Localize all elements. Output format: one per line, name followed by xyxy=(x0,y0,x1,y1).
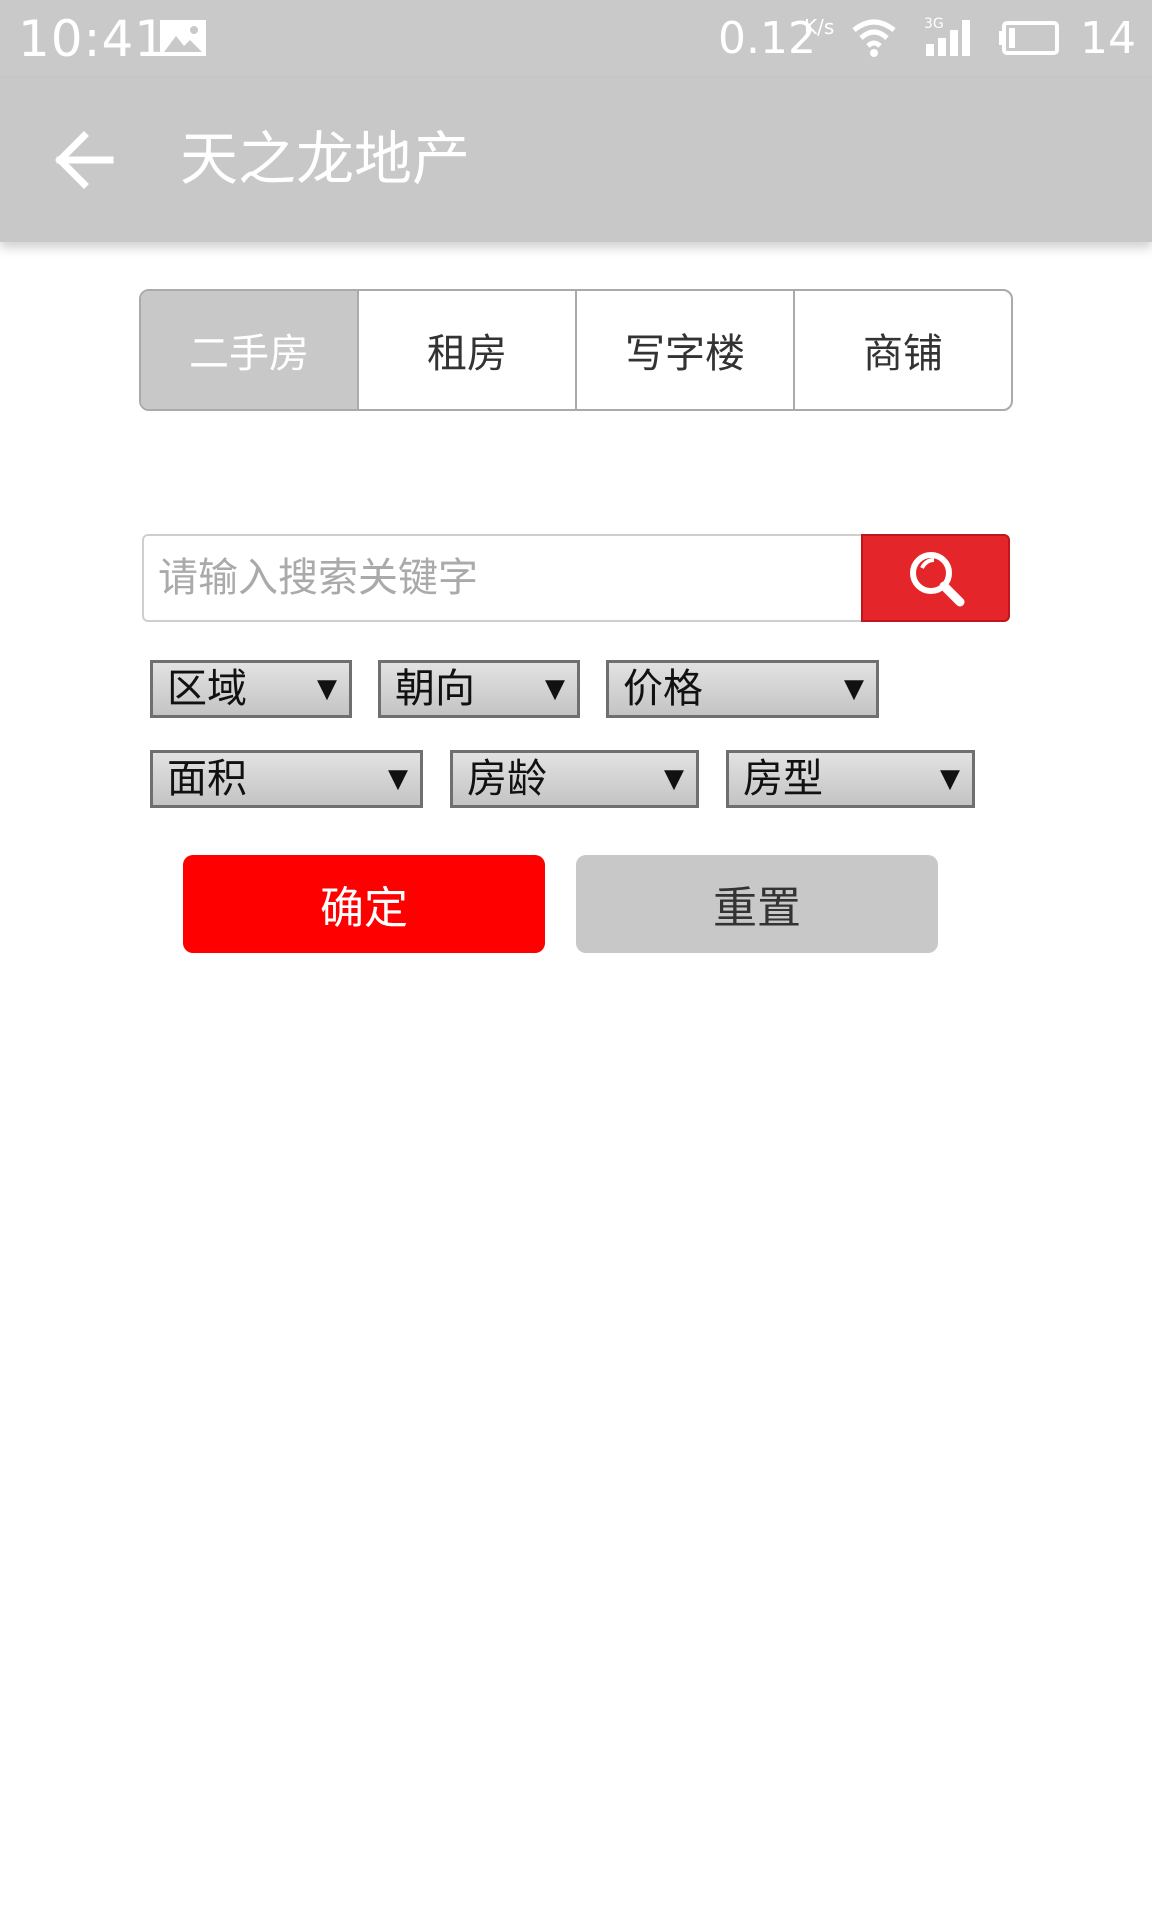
battery-icon xyxy=(999,21,1059,55)
filter-label: 区域 xyxy=(167,666,247,712)
confirm-button[interactable]: 确定 xyxy=(183,855,545,953)
search-button[interactable] xyxy=(861,534,1010,622)
back-button[interactable] xyxy=(50,128,120,192)
filter-label: 面积 xyxy=(167,756,247,802)
signal-3g-icon: 3G xyxy=(924,16,970,56)
dropdown-arrow-icon: ▼ xyxy=(545,674,565,704)
filter-area-dropdown[interactable]: 区域 ▼ xyxy=(150,660,352,718)
app-bar: 天之龙地产 xyxy=(0,78,1152,242)
tab-office[interactable]: 写字楼 xyxy=(575,291,793,409)
filter-age-dropdown[interactable]: 房龄 ▼ xyxy=(450,750,699,808)
filter-layout-dropdown[interactable]: 房型 ▼ xyxy=(726,750,975,808)
network-speed: 0.12 xyxy=(718,13,816,64)
gallery-icon xyxy=(160,20,206,56)
status-time: 10:41 xyxy=(18,10,168,68)
network-speed-unit: K/s xyxy=(804,15,835,39)
filter-orientation-dropdown[interactable]: 朝向 ▼ xyxy=(378,660,580,718)
battery-level: 14 xyxy=(1080,13,1136,64)
arrow-left-icon xyxy=(55,131,114,189)
filter-label: 朝向 xyxy=(395,666,475,712)
dropdown-arrow-icon: ▼ xyxy=(388,764,408,794)
page-title: 天之龙地产 xyxy=(180,125,471,193)
tab-second-hand[interactable]: 二手房 xyxy=(141,291,357,409)
filter-label: 价格 xyxy=(623,666,703,712)
search-input[interactable] xyxy=(142,534,862,622)
dropdown-arrow-icon: ▼ xyxy=(664,764,684,794)
reset-button[interactable]: 重置 xyxy=(576,855,938,953)
status-bar: 10:41 0.12 K/s 3G 14 xyxy=(0,0,1152,78)
filter-size-dropdown[interactable]: 面积 ▼ xyxy=(150,750,423,808)
svg-text:3G: 3G xyxy=(924,16,944,32)
wifi-icon xyxy=(852,19,896,57)
filter-label: 房型 xyxy=(743,756,823,802)
screen: 10:41 0.12 K/s 3G 14 天之龙地产 二手房 租房 写字楼 商铺… xyxy=(0,0,1152,1920)
dropdown-arrow-icon: ▼ xyxy=(317,674,337,704)
dropdown-arrow-icon: ▼ xyxy=(940,764,960,794)
filter-label: 房龄 xyxy=(467,756,547,802)
filter-price-dropdown[interactable]: 价格 ▼ xyxy=(606,660,879,718)
category-tabs: 二手房 租房 写字楼 商铺 xyxy=(139,289,1013,411)
search-icon xyxy=(909,552,964,607)
tab-shop[interactable]: 商铺 xyxy=(793,291,1011,409)
tab-rent[interactable]: 租房 xyxy=(357,291,575,409)
dropdown-arrow-icon: ▼ xyxy=(844,674,864,704)
